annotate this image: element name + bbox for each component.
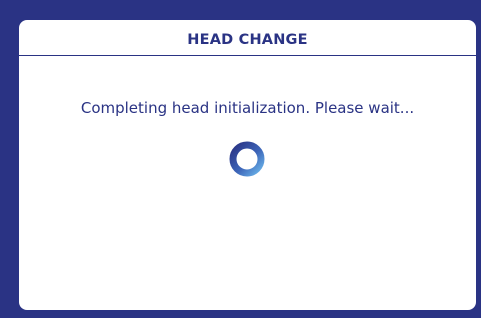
dialog-title: HEAD CHANGE	[187, 31, 308, 48]
loading-spinner-icon	[229, 141, 265, 177]
dialog-header: HEAD CHANGE	[19, 20, 476, 56]
head-change-dialog: HEAD CHANGE Completing head initializati…	[19, 20, 476, 310]
status-message: Completing head initialization. Please w…	[80, 99, 415, 117]
